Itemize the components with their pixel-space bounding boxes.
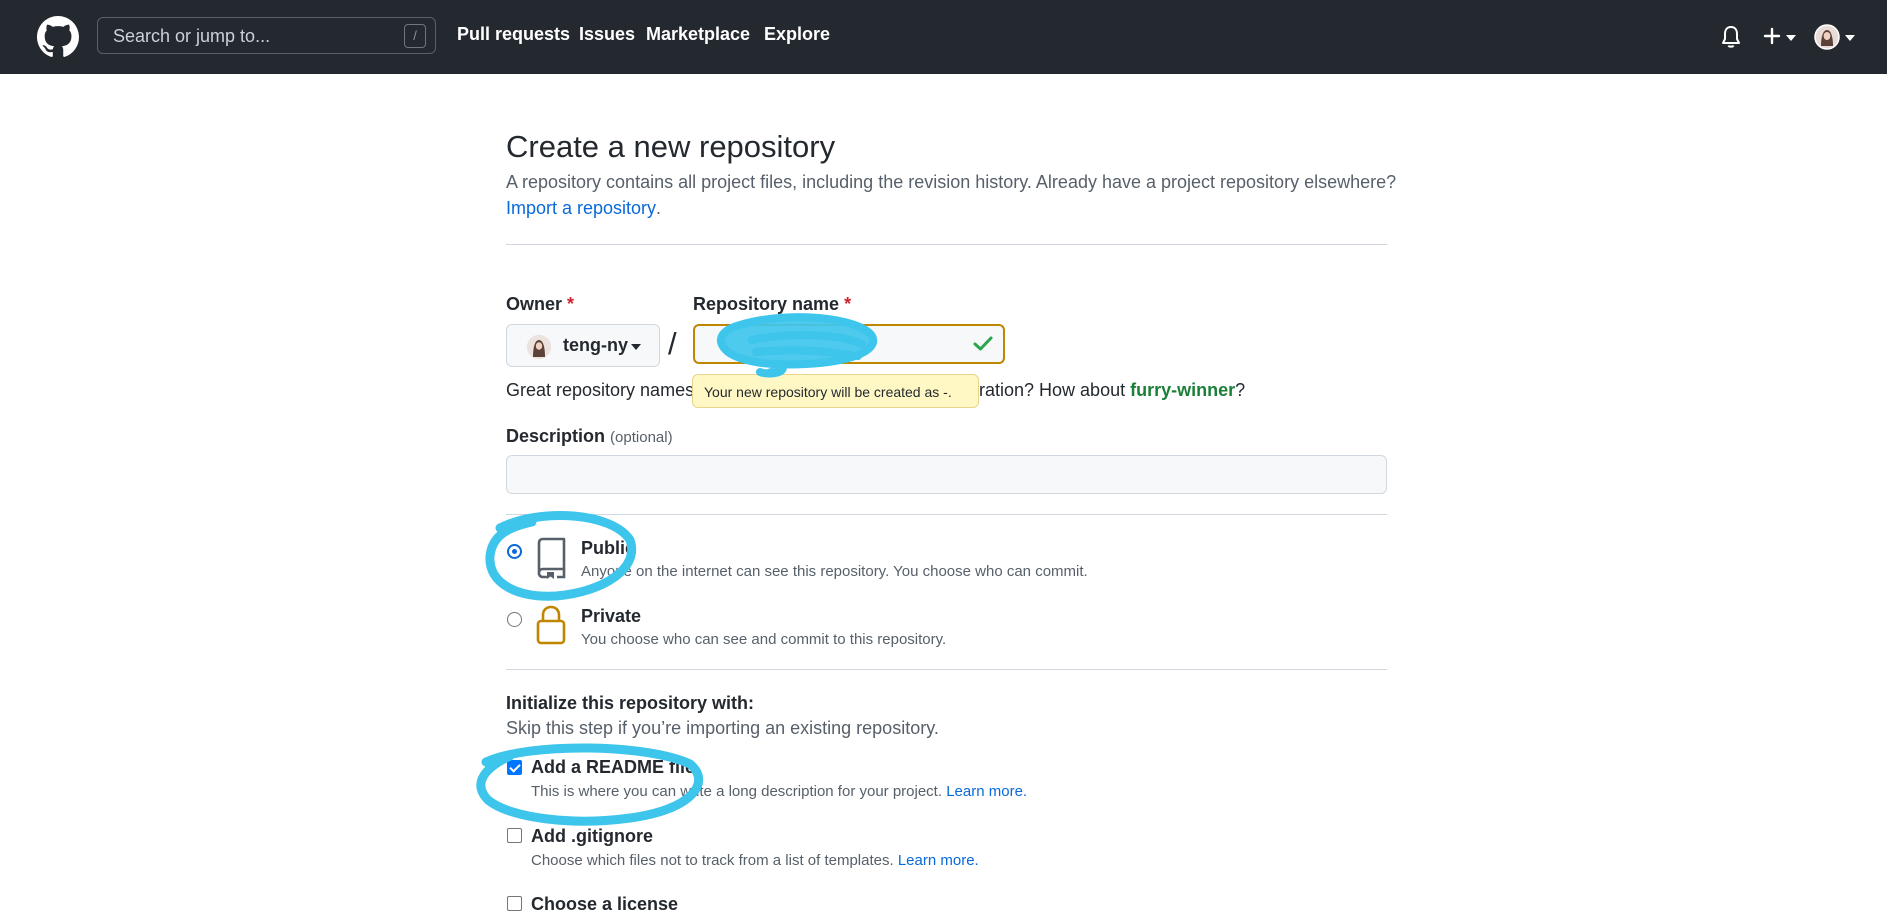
initialize-subtitle: Skip this step if you’re importing an ex… xyxy=(506,718,939,738)
divider xyxy=(506,244,1387,245)
avatar xyxy=(1814,24,1840,50)
repo-book-icon xyxy=(537,537,566,579)
license-checkbox[interactable] xyxy=(507,896,522,911)
name-hint-prefix: Great repository names xyxy=(506,380,695,400)
plus-icon xyxy=(1763,27,1781,45)
page-title: Create a new repository xyxy=(506,129,836,164)
public-radio[interactable] xyxy=(507,544,522,559)
nav-explore[interactable]: Explore xyxy=(764,24,830,45)
search-input[interactable]: Search or jump to... / xyxy=(97,17,436,54)
repo-name-tooltip: Your new repository will be created as -… xyxy=(692,374,979,408)
bell-icon[interactable] xyxy=(1720,25,1742,49)
private-description: You choose who can see and commit to thi… xyxy=(581,631,947,648)
owner-avatar xyxy=(527,335,551,359)
check-icon xyxy=(973,336,993,351)
readme-checkbox[interactable] xyxy=(507,760,522,775)
repository-name-input[interactable] xyxy=(693,324,1005,364)
nav-marketplace[interactable]: Marketplace xyxy=(646,24,750,45)
page-subtitle: A repository contains all project files,… xyxy=(506,172,1397,192)
lock-icon xyxy=(536,605,566,645)
description-label: Description (optional) xyxy=(506,426,673,446)
suggested-name-link[interactable]: furry-winner xyxy=(1130,380,1235,400)
github-logo-icon[interactable] xyxy=(37,16,79,58)
gitignore-description: Choose which files not to track from a l… xyxy=(531,852,979,869)
import-link-suffix: . xyxy=(656,198,662,218)
chevron-down-icon xyxy=(1845,35,1855,41)
owner-repo-separator: / xyxy=(668,326,677,361)
create-new-dropdown[interactable] xyxy=(1763,24,1799,50)
import-repository-link[interactable]: Import a repository xyxy=(506,198,656,219)
readme-learn-more-link[interactable]: Learn more. xyxy=(946,783,1027,800)
public-description: Anyone on the internet can see this repo… xyxy=(581,563,1088,580)
search-placeholder: Search or jump to... xyxy=(113,26,271,46)
chevron-down-icon xyxy=(1786,35,1796,41)
nav-issues[interactable]: Issues xyxy=(579,24,635,45)
chevron-down-icon xyxy=(631,344,641,350)
owner-select[interactable]: teng-ny xyxy=(506,324,660,367)
owner-value: teng-ny xyxy=(563,335,628,355)
readme-description: This is where you can write a long descr… xyxy=(531,783,1028,800)
private-radio[interactable] xyxy=(507,612,522,627)
name-hint-text: ration? How about furry-winner? xyxy=(979,380,1246,400)
user-menu-dropdown[interactable] xyxy=(1814,22,1856,52)
public-title: Public xyxy=(581,538,636,558)
search-shortcut-key: / xyxy=(404,24,426,48)
license-title: Choose a license xyxy=(531,894,679,912)
gitignore-checkbox[interactable] xyxy=(507,828,522,843)
top-navbar: Search or jump to... / Pull requests Iss… xyxy=(0,0,1887,74)
gitignore-title: Add .gitignore xyxy=(531,826,653,846)
divider xyxy=(506,514,1387,515)
nav-pull-requests[interactable]: Pull requests xyxy=(457,24,570,45)
owner-label: Owner * xyxy=(506,294,575,314)
description-input[interactable] xyxy=(506,455,1387,494)
divider xyxy=(506,669,1387,670)
private-title: Private xyxy=(581,606,642,626)
gitignore-learn-more-link[interactable]: Learn more. xyxy=(898,852,979,869)
initialize-title: Initialize this repository with: xyxy=(506,693,755,713)
readme-title: Add a README file xyxy=(531,757,696,777)
repo-name-label: Repository name * xyxy=(693,294,852,314)
